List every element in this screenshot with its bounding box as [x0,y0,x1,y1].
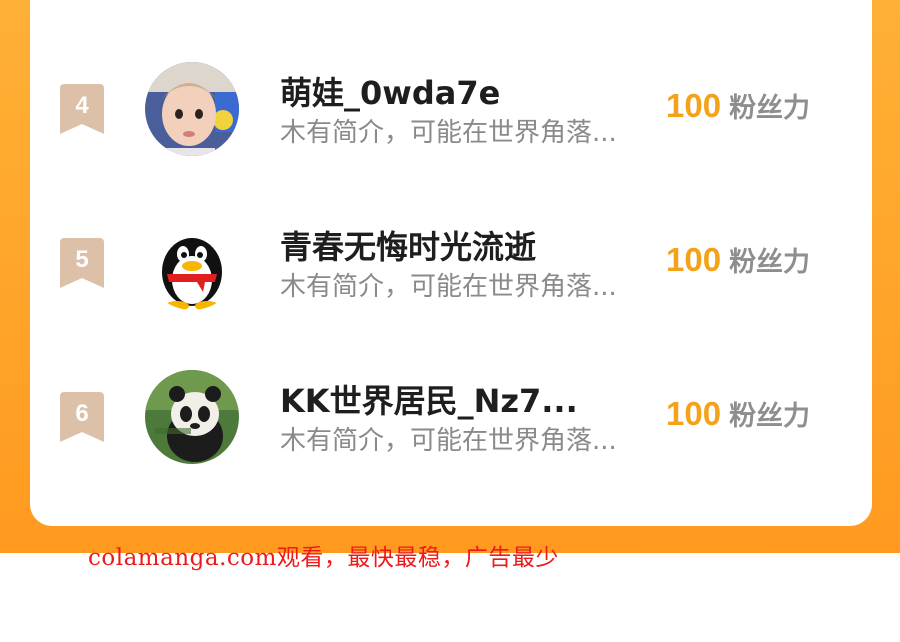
ranking-row[interactable]: 4 萌娃_0wda7e 木有简介，可能在世界角落... 100 粉丝力 [0,54,900,164]
ranking-row[interactable]: 5 青春无悔时光流逝 木有简介，可能在世界角落... 100 粉丝力 [0,208,900,318]
qq-penguin-avatar[interactable] [145,216,239,310]
user-bio: 木有简介，可能在世界角落... [280,118,617,148]
child-photo-avatar[interactable] [145,62,239,156]
rank-badge: 6 [60,392,104,442]
score-label: 粉丝力 [729,247,811,278]
user-bio: 木有简介，可能在世界角落... [280,426,617,456]
fan-score: 100 粉丝力 [666,394,810,433]
fan-score: 100 粉丝力 [666,240,810,279]
score-label: 粉丝力 [729,93,811,124]
score-label: 粉丝力 [729,401,811,432]
ranking-row[interactable]: 6 KK世界居民_Nz7... 木有简介，可能在世界角落... 100 粉丝力 [0,362,900,472]
rank-number: 6 [75,400,89,427]
watermark-text: colamanga.com观看，最快最稳，广告最少 [88,545,559,571]
user-name[interactable]: KK世界居民_Nz7... [280,376,578,422]
panda-photo-avatar[interactable] [145,370,239,464]
score-value: 100 [666,241,722,278]
fan-score: 100 粉丝力 [666,86,810,125]
rank-badge: 4 [60,84,104,134]
user-name[interactable]: 青春无悔时光流逝 [280,222,536,268]
score-value: 100 [666,395,722,432]
rank-badge: 5 [60,238,104,288]
score-value: 100 [666,87,722,124]
user-bio: 木有简介，可能在世界角落... [280,272,617,302]
rank-number: 5 [75,246,89,273]
rank-number: 4 [75,92,89,119]
user-name[interactable]: 萌娃_0wda7e [280,68,500,114]
